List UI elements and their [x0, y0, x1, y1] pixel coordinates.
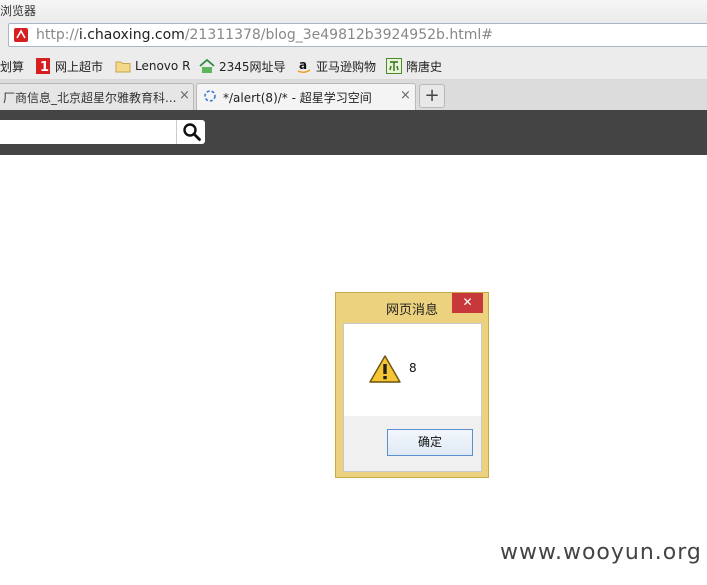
tab-label: 厂商信息_北京超星尔雅教育科... — [3, 91, 177, 105]
new-tab-button[interactable]: + — [419, 84, 445, 108]
url-host: i.chaoxing.com — [78, 27, 185, 43]
tab-alert-blog[interactable]: */alert(8)/* - 超星学习空间 × — [196, 83, 416, 110]
svg-text:1: 1 — [40, 60, 49, 74]
site-search-input[interactable] — [0, 120, 176, 144]
green-glyph-icon — [386, 58, 402, 74]
bookmark-item[interactable]: 划算 — [0, 57, 24, 75]
svg-text:a: a — [299, 58, 307, 72]
bookmarks-bar: 划算 1 网上超市 Lenovo R 2345网址导 a 亚马逊购物 隋唐史 — [0, 52, 707, 80]
tab-vendor-info[interactable]: 厂商信息_北京超星尔雅教育科... × — [0, 83, 194, 110]
address-bar[interactable]: http://i.chaoxing.com/21311378/blog_3e49… — [8, 23, 707, 47]
search-icon — [182, 122, 202, 145]
warning-icon — [369, 355, 401, 387]
bookmark-item[interactable]: Lenovo R — [115, 57, 190, 75]
tab-strip: 厂商信息_北京超星尔雅教育科... × */alert(8)/* - 超星学习空… — [0, 80, 707, 110]
dialog-close-button[interactable]: ✕ — [452, 293, 483, 313]
house-icon — [199, 58, 215, 74]
site-search-button[interactable] — [176, 120, 205, 144]
bookmark-label: 隋唐史 — [406, 59, 443, 74]
address-url[interactable]: http://i.chaoxing.com/21311378/blog_3e49… — [36, 27, 493, 43]
browser-title-bar: 浏览器 — [0, 0, 707, 20]
folder-icon — [115, 58, 131, 74]
tab-close-icon[interactable]: × — [179, 88, 190, 103]
alert-dialog: 网页消息 ✕ 8 确定 — [335, 292, 489, 478]
dialog-message: 8 — [409, 361, 417, 375]
site-header — [0, 110, 707, 155]
amazon-a-icon: a — [296, 58, 312, 74]
dialog-body: 8 确定 — [343, 323, 482, 472]
watermark: www.wooyun.org — [500, 540, 702, 565]
tab-close-icon[interactable]: × — [400, 88, 411, 103]
bookmark-item[interactable]: 1 网上超市 — [35, 57, 103, 75]
url-path: /21311378/blog_3e49812b3924952b.html# — [184, 27, 493, 43]
url-prefix: http:// — [36, 27, 79, 43]
bookmark-label: 网上超市 — [55, 59, 104, 74]
bookmark-label: 亚马逊购物 — [316, 59, 377, 74]
site-favicon-icon — [14, 28, 28, 42]
bookmark-item[interactable]: 隋唐史 — [386, 57, 442, 75]
tab-label: */alert(8)/* - 超星学习空间 — [223, 91, 372, 105]
bookmark-item[interactable]: 2345网址导 — [199, 57, 286, 75]
bookmark-label: 划算 — [0, 59, 25, 74]
loading-spinner-icon — [203, 89, 217, 106]
bookmark-label: Lenovo R — [135, 59, 191, 73]
navigation-bar: http://i.chaoxing.com/21311378/blog_3e49… — [0, 20, 707, 52]
bookmark-item[interactable]: a 亚马逊购物 — [296, 57, 376, 75]
window-title: 浏览器 — [0, 4, 37, 18]
bookmark-label: 2345网址导 — [219, 59, 286, 74]
red-1-icon: 1 — [35, 58, 51, 75]
ok-button[interactable]: 确定 — [387, 429, 473, 456]
